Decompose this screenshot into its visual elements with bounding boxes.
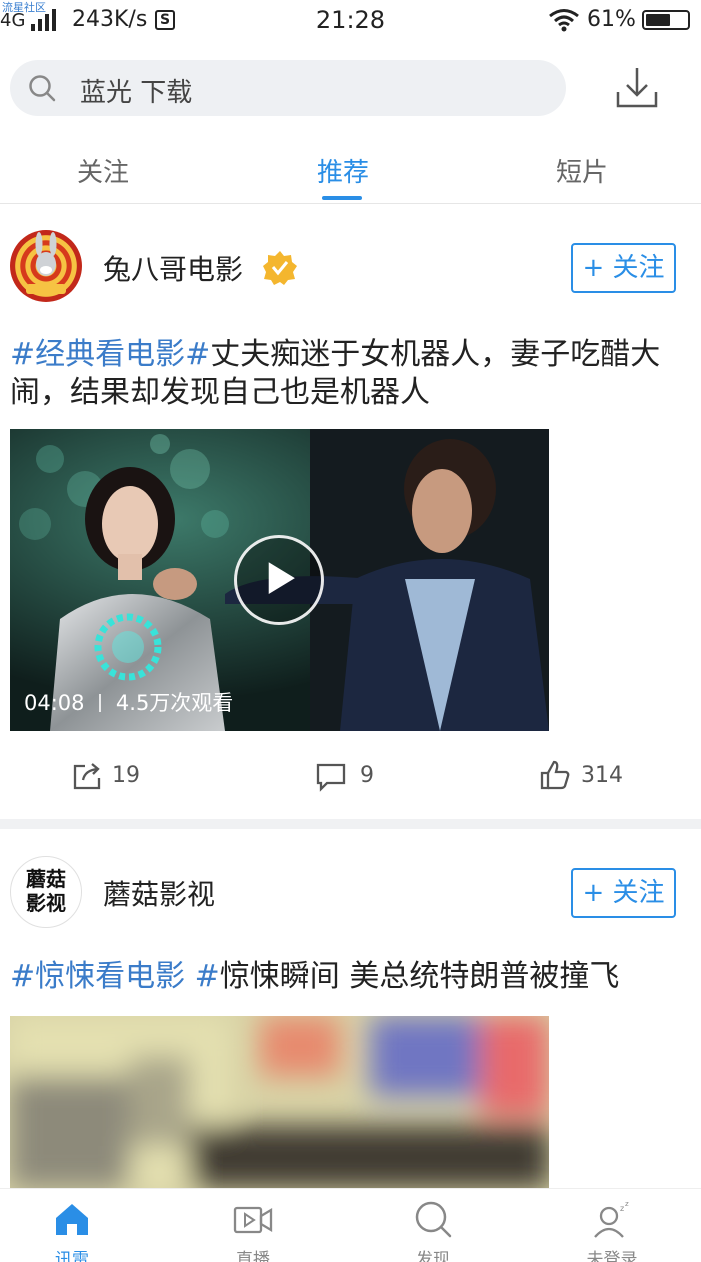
battery-percent: 61%	[587, 7, 636, 32]
follow-button[interactable]: + 关注	[571, 868, 676, 918]
search-bar[interactable]: 蓝光 下载	[10, 60, 566, 116]
video-thumbnail[interactable]	[10, 1016, 549, 1188]
play-button[interactable]	[234, 535, 324, 625]
post-text: 惊悚瞬间 美总统特朗普被撞飞	[219, 959, 620, 994]
svg-text:z: z	[625, 1200, 629, 1208]
status-bar: 流星社区 4G 243K/s S 21:28 61%	[0, 0, 701, 44]
discover-icon	[415, 1201, 452, 1238]
video-thumbnail[interactable]: 04:08 4.5万次观看	[10, 429, 549, 731]
nav-live[interactable]: 直播	[203, 1199, 303, 1262]
nav-label: 讯雷	[55, 1250, 89, 1262]
tab-follow[interactable]: 关注	[43, 152, 163, 189]
meta-separator	[99, 694, 102, 712]
video-views: 4.5万次观看	[115, 691, 234, 715]
search-icon	[29, 75, 56, 102]
bunny-logo-icon	[26, 232, 66, 294]
play-icon	[268, 562, 295, 594]
comment-icon[interactable]	[315, 760, 347, 792]
bottom-nav: 讯雷 直播 发现 z z 未登录	[0, 1188, 701, 1262]
svg-text:z: z	[620, 1204, 624, 1213]
author-avatar[interactable]: 蘑菇 影视	[10, 856, 82, 928]
user-icon: z z	[594, 1200, 629, 1238]
search-input[interactable]: 蓝光 下载	[80, 72, 192, 109]
video-meta: 04:08 4.5万次观看	[24, 687, 233, 717]
share-icon[interactable]	[71, 760, 103, 792]
author-name[interactable]: 兔八哥电影	[103, 248, 243, 288]
comment-count[interactable]: 9	[360, 763, 374, 788]
share-count[interactable]: 19	[112, 763, 140, 788]
tab-shorts[interactable]: 短片	[522, 152, 642, 189]
nav-account[interactable]: z z 未登录	[562, 1199, 662, 1262]
post-divider	[0, 819, 701, 829]
feed-tabs: 关注 推荐 短片	[0, 150, 701, 204]
battery-level	[646, 14, 670, 26]
tab-recommend[interactable]: 推荐	[283, 152, 403, 189]
video-frame	[10, 1016, 549, 1188]
active-tab-indicator	[322, 196, 362, 200]
nav-label: 直播	[236, 1250, 270, 1262]
follow-button[interactable]: + 关注	[571, 243, 676, 293]
like-count[interactable]: 314	[581, 763, 623, 788]
nav-label: 发现	[416, 1250, 450, 1262]
nav-label: 未登录	[586, 1250, 638, 1262]
author-avatar[interactable]	[10, 230, 82, 302]
video-duration: 04:08	[24, 691, 85, 715]
app-page: 流星社区 4G 243K/s S 21:28 61% 蓝光 下载 关注 推荐 短…	[0, 0, 701, 1262]
wifi-icon	[549, 9, 579, 32]
nav-discover[interactable]: 发现	[383, 1199, 483, 1262]
post-hashtag[interactable]: #经典看电影#	[10, 337, 210, 372]
like-icon[interactable]	[539, 759, 571, 791]
post-title[interactable]: #经典看电影#丈夫痴迷于女机器人，妻子吃醋大闹，结果却发现自己也是机器人	[10, 336, 690, 412]
author-name[interactable]: 蘑菇影视	[103, 873, 215, 913]
home-icon	[56, 1204, 88, 1235]
verified-badge-icon	[263, 251, 297, 285]
post-hashtag[interactable]: #惊悚看电影 #	[10, 959, 220, 994]
post-title[interactable]: #惊悚看电影 #惊悚瞬间 美总统特朗普被撞飞	[10, 958, 690, 996]
avatar-text: 影视	[26, 891, 66, 915]
live-video-icon	[233, 1206, 273, 1234]
avatar-text: 蘑菇	[26, 867, 66, 891]
battery-icon	[642, 10, 690, 30]
nav-home[interactable]: 讯雷	[22, 1199, 122, 1262]
download-icon[interactable]	[612, 64, 662, 112]
